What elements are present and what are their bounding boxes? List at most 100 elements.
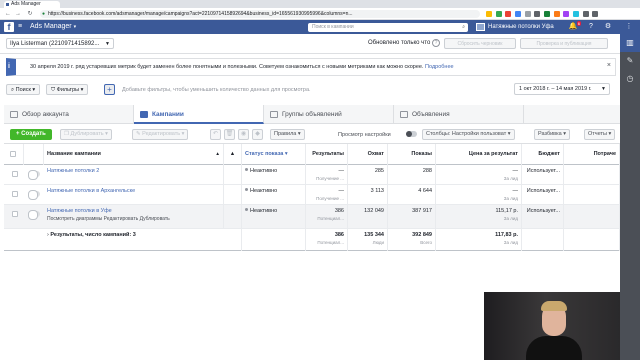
- tab-ad-sets[interactable]: Группы объявлений: [264, 105, 394, 124]
- edit-pencil-icon[interactable]: ✎: [620, 52, 640, 70]
- tab-account-overview[interactable]: Обзор аккаунта: [4, 105, 134, 124]
- extension-icon[interactable]: [563, 11, 570, 17]
- webcam-overlay: [484, 292, 620, 360]
- extension-icon[interactable]: [534, 11, 541, 17]
- impressions-cell: 288: [388, 165, 436, 185]
- info-icon[interactable]: ?: [432, 39, 440, 47]
- star-icon[interactable]: [486, 11, 492, 17]
- row-checkbox[interactable]: [12, 191, 18, 197]
- columns-button[interactable]: Столбцы: Настройки пользоват ▾: [422, 129, 515, 140]
- column-header-status[interactable]: Статус показа ▾: [242, 144, 306, 165]
- tab-campaigns[interactable]: Кампании: [134, 105, 264, 124]
- back-icon[interactable]: ←: [4, 10, 12, 18]
- filters-button[interactable]: ⛉ Фильтры ▾: [46, 84, 89, 95]
- search-filter-button[interactable]: ⌕ Поиск ▾: [6, 84, 41, 95]
- campaign-search-input[interactable]: Поиск в кампании ⌕: [308, 23, 468, 32]
- table-row[interactable]: Натяжные потолки в Архангельске Неактивн…: [4, 185, 620, 205]
- help-icon[interactable]: ?: [586, 22, 596, 32]
- campaign-toggle[interactable]: [28, 210, 40, 220]
- extension-icon[interactable]: [515, 11, 522, 17]
- menu-icon[interactable]: [592, 11, 599, 17]
- spent-cell: [564, 165, 620, 185]
- rules-button[interactable]: Правила ▾: [270, 129, 305, 140]
- column-header-results[interactable]: Результаты: [306, 144, 348, 165]
- hamburger-icon[interactable]: ≡: [18, 23, 22, 31]
- breakdown-button[interactable]: Разбивка ▾: [534, 129, 570, 140]
- forward-icon[interactable]: →: [14, 10, 22, 18]
- column-header-name[interactable]: Название кампании ▴: [44, 144, 224, 165]
- tag-icon[interactable]: ◆: [252, 129, 263, 140]
- column-header-warning[interactable]: ▲: [224, 144, 242, 165]
- tab-ads[interactable]: Объявления: [394, 105, 524, 124]
- apps-grid-icon[interactable]: ⋮: [624, 22, 634, 32]
- add-filter-button[interactable]: +: [104, 84, 115, 95]
- view-settings-toggle[interactable]: [406, 131, 417, 137]
- row-checkbox[interactable]: [12, 171, 18, 177]
- status-dot-icon: [245, 168, 248, 171]
- extension-icon[interactable]: [505, 11, 512, 17]
- total-results-cell: 386 Потенциал...: [306, 229, 348, 251]
- row-checkbox[interactable]: [12, 211, 18, 217]
- extension-icon[interactable]: [495, 11, 502, 17]
- extension-icon[interactable]: [544, 11, 551, 17]
- delete-icon[interactable]: 🗑: [224, 129, 235, 140]
- expand-icon[interactable]: ›: [47, 232, 49, 238]
- profile-icon[interactable]: [582, 11, 589, 17]
- impressions-cell: 4 644: [388, 185, 436, 205]
- lock-icon: ●: [42, 11, 46, 17]
- address-bar[interactable]: ● https://business.facebook.com/adsmanag…: [40, 10, 480, 18]
- campaign-name-link[interactable]: Натяжные потолки в Уфе: [47, 208, 112, 214]
- account-selector[interactable]: Ilya Listerman (2210971415892... ▼: [6, 38, 114, 49]
- undo-icon[interactable]: ↶: [210, 129, 221, 140]
- duplicate-button[interactable]: ❐ Дублировать ▾: [60, 129, 112, 140]
- review-publish-button[interactable]: Проверка и публикация: [520, 38, 608, 49]
- status-cell: Неактивно: [242, 185, 306, 205]
- campaign-toggle[interactable]: [28, 190, 40, 200]
- extension-icon[interactable]: [573, 11, 580, 17]
- extension-icon[interactable]: [524, 11, 531, 17]
- campaign-name-link[interactable]: Натяжные потолки в Архангельске: [47, 188, 135, 194]
- row-actions[interactable]: Посмотреть диаграммы Редактировать Дубли…: [47, 216, 220, 222]
- spent-cell: [564, 185, 620, 205]
- column-header-impressions[interactable]: Показы: [388, 144, 436, 165]
- preview-icon[interactable]: ◉: [238, 129, 249, 140]
- account-row: Ilya Listerman (2210971415892... ▼ Обнов…: [0, 34, 620, 54]
- totals-label-cell: › Результаты, число кампаний: 3: [44, 229, 242, 251]
- warning-icon: ▲: [229, 151, 236, 157]
- campaign-name-link[interactable]: Натяжные потолки 2: [47, 168, 99, 174]
- edit-button[interactable]: ✎ Редактировать ▾: [132, 129, 189, 140]
- campaign-toggle[interactable]: [28, 170, 40, 180]
- select-all-checkbox[interactable]: [10, 151, 16, 157]
- column-header-spent[interactable]: Потраче: [564, 144, 620, 165]
- discard-draft-button[interactable]: Сбросить черновик: [444, 38, 516, 49]
- filter-hint: Добавьте фильтры, чтобы уменьшить количе…: [122, 87, 311, 93]
- filter-row: ⌕ Поиск ▾ ⛉ Фильтры ▾ + Добавьте фильтры…: [0, 80, 620, 100]
- reload-icon[interactable]: ↻: [26, 10, 34, 18]
- chart-icon[interactable]: ▥: [620, 34, 640, 52]
- table-row[interactable]: Натяжные потолки 2 Неактивно — Получение …: [4, 165, 620, 185]
- notifications-icon[interactable]: 🔔 6: [568, 21, 581, 32]
- campaign-name-cell: Натяжные потолки 2: [44, 165, 224, 185]
- facebook-logo-icon[interactable]: f: [4, 22, 14, 32]
- app-title[interactable]: Ads Manager ▾: [30, 20, 76, 34]
- level-tabs: Обзор аккаунта Кампании Группы объявлени…: [4, 105, 620, 124]
- info-icon: i: [8, 63, 10, 70]
- reports-button[interactable]: Отчеты ▾: [584, 129, 616, 140]
- column-header-cost-per-result[interactable]: Цена за результат: [436, 144, 522, 165]
- settings-gear-icon[interactable]: ⚙: [603, 22, 613, 32]
- browser-tab[interactable]: Ads Manager: [4, 1, 60, 8]
- extension-icon[interactable]: [553, 11, 560, 17]
- history-icon[interactable]: ◷: [620, 70, 640, 88]
- page-avatar: [476, 23, 485, 31]
- create-button[interactable]: + Создать: [10, 129, 52, 140]
- column-header-budget[interactable]: Бюджет: [522, 144, 564, 165]
- page-selector[interactable]: Натяжные потолки Уфа: [476, 22, 554, 32]
- date-range-picker[interactable]: 1 окт 2018 г. – 14 мая 2019 г. ▼: [514, 83, 610, 95]
- column-header-reach[interactable]: Охват: [348, 144, 388, 165]
- table-row[interactable]: Натяжные потолки в Уфе Посмотреть диагра…: [4, 205, 620, 229]
- ad-set-icon: [270, 111, 278, 118]
- total-impressions-cell: 392 849 Всего: [388, 229, 436, 251]
- results-cell: 386 Потенциал...: [306, 205, 348, 229]
- close-icon[interactable]: ×: [607, 62, 611, 69]
- learn-more-link[interactable]: Подробнее: [425, 64, 454, 70]
